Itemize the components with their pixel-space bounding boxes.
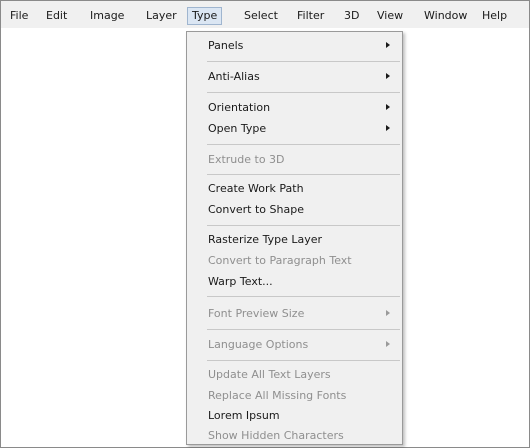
menu-separator: [207, 360, 400, 361]
menu-item-label: Lorem Ipsum: [208, 409, 280, 422]
menu-item-update-all-text-layers: Update All Text Layers: [187, 364, 402, 385]
menu-item-lorem-ipsum[interactable]: Lorem Ipsum: [187, 405, 402, 426]
menu-separator: [207, 329, 400, 330]
submenu-arrow-icon: [386, 42, 390, 48]
menu-select[interactable]: Select: [239, 7, 283, 25]
menu-3d[interactable]: 3D: [339, 7, 364, 25]
menu-edit[interactable]: Edit: [41, 7, 72, 25]
menu-item-label: Show Hidden Characters: [208, 429, 344, 442]
menu-separator: [207, 296, 400, 297]
menu-item-show-hidden-characters: Show Hidden Characters: [187, 425, 402, 446]
menu-separator: [207, 144, 400, 145]
menu-layer[interactable]: Layer: [141, 7, 182, 25]
menu-item-anti-alias[interactable]: Anti-Alias: [187, 66, 402, 87]
menu-separator: [207, 92, 400, 93]
submenu-arrow-icon: [386, 341, 390, 347]
menu-item-convert-to-shape[interactable]: Convert to Shape: [187, 199, 402, 220]
type-menu-dropdown: Panels Anti-Alias Orientation Open Type …: [186, 31, 403, 445]
menu-window[interactable]: Window: [419, 7, 472, 25]
menu-item-label: Anti-Alias: [208, 70, 260, 83]
menu-separator: [207, 61, 400, 62]
menu-image[interactable]: Image: [85, 7, 129, 25]
menu-item-label: Font Preview Size: [208, 307, 305, 320]
submenu-arrow-icon: [386, 310, 390, 316]
menu-separator: [207, 225, 400, 226]
menu-item-open-type[interactable]: Open Type: [187, 118, 402, 139]
menu-separator: [207, 174, 400, 175]
menu-item-label: Convert to Shape: [208, 203, 304, 216]
menu-filter[interactable]: Filter: [292, 7, 329, 25]
menu-item-label: Orientation: [208, 101, 271, 114]
menu-help[interactable]: Help: [477, 7, 512, 25]
menu-item-label: Update All Text Layers: [208, 368, 331, 381]
application-window: File Edit Image Layer Type Select Filter…: [0, 0, 530, 448]
menu-item-label: Replace All Missing Fonts: [208, 389, 347, 402]
submenu-arrow-icon: [386, 104, 390, 110]
submenu-arrow-icon: [386, 73, 390, 79]
menu-type[interactable]: Type: [187, 7, 223, 25]
menu-item-panels[interactable]: Panels: [187, 35, 402, 56]
menu-item-label: Warp Text...: [208, 275, 273, 288]
menu-view[interactable]: View: [372, 7, 408, 25]
menu-item-rasterize-type-layer[interactable]: Rasterize Type Layer: [187, 229, 402, 250]
submenu-arrow-icon: [386, 125, 390, 131]
menu-item-label: Rasterize Type Layer: [208, 233, 323, 246]
menu-item-label: Create Work Path: [208, 182, 304, 195]
menu-file[interactable]: File: [5, 7, 33, 25]
menu-bar: File Edit Image Layer Type Select Filter…: [1, 1, 529, 28]
menu-item-convert-to-paragraph-text: Convert to Paragraph Text: [187, 250, 402, 271]
menu-item-extrude-to-3d: Extrude to 3D: [187, 149, 402, 170]
menu-item-warp-text[interactable]: Warp Text...: [187, 271, 402, 292]
menu-item-language-options: Language Options: [187, 334, 402, 355]
menu-item-label: Open Type: [208, 122, 267, 135]
menu-item-orientation[interactable]: Orientation: [187, 97, 402, 118]
menu-item-label: Panels: [208, 39, 244, 52]
menu-item-create-work-path[interactable]: Create Work Path: [187, 178, 402, 199]
menu-item-label: Convert to Paragraph Text: [208, 254, 352, 267]
menu-item-font-preview-size: Font Preview Size: [187, 303, 402, 324]
menu-item-label: Extrude to 3D: [208, 153, 285, 166]
menu-item-replace-all-missing-fonts: Replace All Missing Fonts: [187, 385, 402, 406]
menu-item-label: Language Options: [208, 338, 309, 351]
